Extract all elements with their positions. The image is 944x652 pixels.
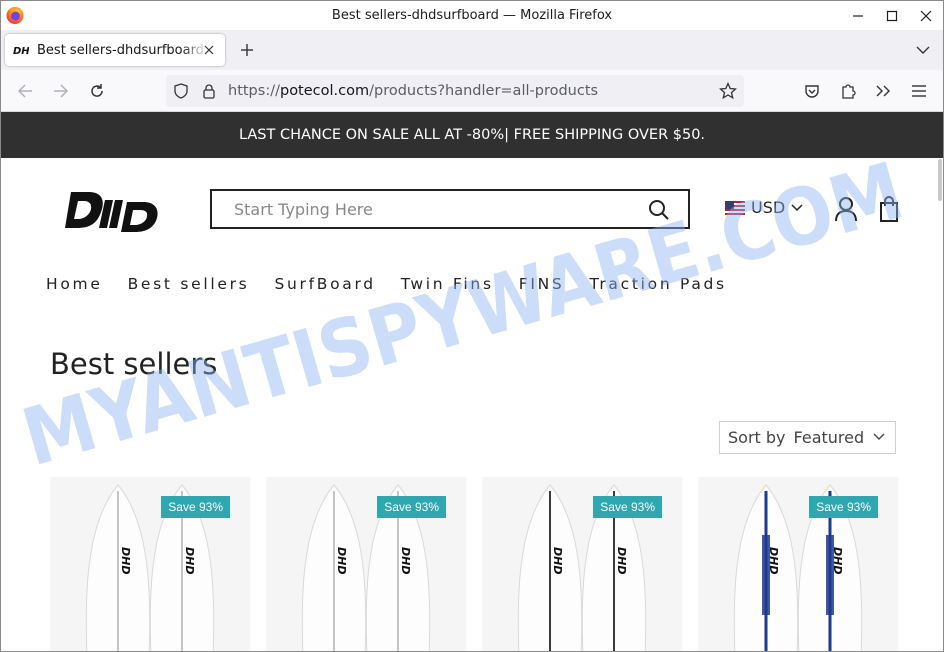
svg-text:DHD: DHD [335, 547, 348, 574]
bookmark-star-icon[interactable] [719, 82, 737, 100]
active-tab[interactable]: DHD Best sellers-dhdsurfboard [5, 34, 225, 66]
account-icon[interactable] [834, 196, 858, 222]
forward-button[interactable] [46, 76, 76, 106]
puzzle-icon [842, 84, 856, 99]
web-page: LAST CHANCE ON SALE ALL AT -80%| FREE SH… [1, 112, 943, 651]
pocket-icon [805, 84, 819, 98]
lock-icon[interactable] [202, 83, 216, 99]
window-title: Best sellers-dhdsurfboard — Mozilla Fire… [331, 8, 613, 23]
navigation-toolbar: https://potecol.com/products?handler=all… [1, 70, 943, 112]
close-icon [204, 45, 214, 55]
svg-text:DHD: DHD [119, 547, 132, 574]
tab-close-button[interactable] [201, 42, 217, 58]
announcement-text: LAST CHANCE ON SALE ALL AT -80%| FREE SH… [238, 127, 706, 143]
browser-window: Best sellers-dhdsurfboard — Mozilla Fire… [0, 0, 944, 652]
page-title: Best sellers [50, 347, 218, 381]
us-flag-icon [725, 200, 745, 215]
search-icon[interactable] [648, 199, 670, 221]
shield-icon[interactable] [173, 83, 189, 99]
address-bar[interactable]: https://potecol.com/products?handler=all… [166, 75, 744, 107]
nav-link-twin-fins[interactable]: Twin Fins [401, 275, 494, 293]
search-input[interactable] [212, 199, 632, 219]
svg-text:DHD: DHD [767, 547, 780, 574]
window-controls [841, 1, 943, 30]
reload-button[interactable] [82, 76, 112, 106]
nav-link-best-sellers[interactable]: Best sellers [128, 275, 250, 293]
announcement-bar: LAST CHANCE ON SALE ALL AT -80%| FREE SH… [1, 112, 943, 158]
svg-text:DHD: DHD [399, 547, 412, 574]
save-badge: Save 93% [593, 496, 662, 518]
scrollbar-thumb[interactable] [938, 159, 942, 201]
svg-text:DHD: DHD [13, 46, 29, 56]
new-tab-button[interactable] [231, 34, 263, 66]
tab-bar: DHD Best sellers-dhdsurfboard [1, 30, 943, 70]
url-text[interactable]: https://potecol.com/products?handler=all… [228, 83, 598, 99]
currency-code: USD [751, 198, 786, 217]
site-favicon-icon: DHD [13, 42, 29, 58]
tab-title: Best sellers-dhdsurfboard [37, 42, 204, 58]
nav-link-traction-pads[interactable]: Traction Pads [589, 275, 726, 293]
chevron-down-icon [916, 46, 930, 54]
arrow-right-icon [54, 84, 69, 98]
extensions-button[interactable] [833, 76, 863, 106]
maximize-icon [886, 10, 898, 21]
arrow-left-icon [17, 84, 32, 98]
app-menu-button[interactable] [904, 76, 934, 106]
save-badge: Save 93% [161, 496, 230, 518]
reload-icon [91, 84, 103, 97]
sort-label: Sort by [728, 428, 786, 447]
svg-text:DHD: DHD [615, 547, 628, 574]
page-scrollbar[interactable] [936, 158, 943, 651]
nav-link-fins[interactable]: FINS [519, 275, 565, 293]
svg-text:DHD: DHD [183, 547, 196, 574]
maximize-button[interactable] [875, 1, 909, 30]
nav-link-surfboard[interactable]: SurfBoard [274, 275, 375, 293]
nav-link-home[interactable]: Home [46, 275, 103, 293]
svg-text:DHD: DHD [831, 547, 844, 574]
chevron-down-icon [873, 433, 885, 440]
svg-text:DHD: DHD [551, 547, 564, 574]
currency-selector[interactable]: USD [725, 198, 803, 217]
url-path: /products?handler=all-products [369, 83, 599, 99]
store-logo[interactable] [63, 188, 163, 234]
url-host: potecol.com [279, 83, 370, 99]
plus-icon [241, 44, 253, 56]
product-card[interactable]: DHD DHD Save 93% [698, 477, 898, 651]
shopping-bag-icon[interactable] [878, 196, 900, 222]
chevron-down-icon [791, 203, 803, 211]
back-button[interactable] [10, 76, 40, 106]
sort-dropdown[interactable]: Sort by Featured [719, 421, 896, 454]
title-bar: Best sellers-dhdsurfboard — Mozilla Fire… [1, 1, 943, 30]
pocket-button[interactable] [797, 76, 827, 106]
sort-value: Featured [793, 428, 865, 447]
product-card[interactable]: DHD DHD Save 93% [266, 477, 466, 651]
minimize-icon [853, 14, 863, 17]
overflow-menu-button[interactable] [868, 76, 898, 106]
close-window-button[interactable] [909, 1, 943, 30]
save-badge: Save 93% [377, 496, 446, 518]
double-chevron-right-icon [876, 85, 890, 97]
minimize-button[interactable] [841, 1, 875, 30]
save-badge: Save 93% [809, 496, 878, 518]
product-card[interactable]: DHD DHD Save 93% [50, 477, 250, 651]
firefox-logo-icon [6, 7, 24, 24]
list-all-tabs-button[interactable] [911, 38, 935, 62]
search-form [210, 189, 690, 229]
close-icon [920, 10, 932, 21]
hamburger-menu-icon [912, 85, 926, 97]
main-navigation: Home Best sellers SurfBoard Twin Fins FI… [46, 275, 752, 293]
product-card[interactable]: DHD DHD Save 93% [482, 477, 682, 651]
url-scheme: https:// [228, 83, 280, 99]
